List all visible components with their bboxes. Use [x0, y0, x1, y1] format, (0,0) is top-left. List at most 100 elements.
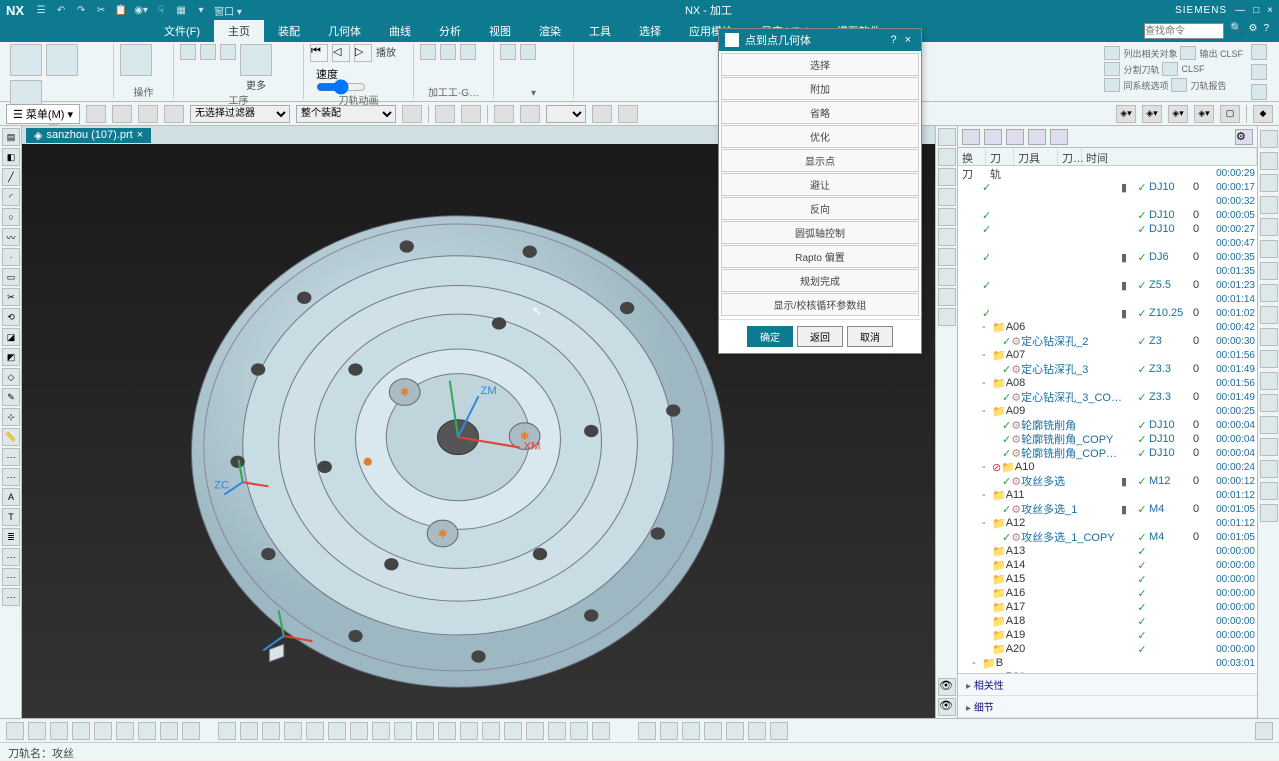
- bb-i4-icon[interactable]: [72, 722, 90, 740]
- bb-i15-icon[interactable]: [328, 722, 346, 740]
- qat-undo-icon[interactable]: ↶: [54, 3, 68, 17]
- rt-icon2[interactable]: [938, 148, 956, 166]
- lt-point-icon[interactable]: ·: [2, 248, 20, 266]
- bb-i9-icon[interactable]: [182, 722, 200, 740]
- lt-note-icon[interactable]: T: [2, 508, 20, 526]
- bb-i31-icon[interactable]: [704, 722, 722, 740]
- view-icon4[interactable]: ◈▾: [1194, 105, 1214, 123]
- tree-row[interactable]: -📁A0800:01:56: [958, 376, 1257, 390]
- tree-row[interactable]: ✓⚙定心钻深孔_3✓Z3.3000:01:49: [958, 362, 1257, 376]
- tree-row[interactable]: ✓✓DJ10000:00:27: [958, 222, 1257, 236]
- tree-row[interactable]: 📁A19✓00:00:00: [958, 628, 1257, 642]
- tree-row[interactable]: 00:00:29: [958, 166, 1257, 180]
- tree-row[interactable]: ✓▮✓DJ6000:00:35: [958, 250, 1257, 264]
- bb-i12-icon[interactable]: [262, 722, 280, 740]
- menu-tab-9[interactable]: 选择: [625, 20, 675, 42]
- sync-options-icon[interactable]: [1104, 78, 1120, 92]
- section-dependency[interactable]: 相关性: [958, 674, 1257, 696]
- speed-slider[interactable]: [316, 82, 366, 92]
- tree-row[interactable]: -⊘📁A1000:00:24: [958, 460, 1257, 474]
- verify-toolpath-icon[interactable]: [200, 44, 216, 60]
- bb-i23-icon[interactable]: [504, 722, 522, 740]
- mw-icon2[interactable]: [440, 44, 456, 60]
- step-back-icon[interactable]: ⏮: [310, 44, 328, 62]
- nav-tool5-icon[interactable]: [1050, 129, 1068, 145]
- bb-i33-icon[interactable]: [748, 722, 766, 740]
- rb-i11-icon[interactable]: [1260, 482, 1278, 500]
- bb-i25-icon[interactable]: [548, 722, 566, 740]
- lt-face-icon[interactable]: ◪: [2, 328, 20, 346]
- dialog-option-8[interactable]: Rapto 偏置: [721, 245, 919, 268]
- lt-part-icon[interactable]: ◧: [2, 148, 20, 166]
- bb-i18-icon[interactable]: [394, 722, 412, 740]
- bb-i1-icon[interactable]: [6, 722, 24, 740]
- rb-nav-icon[interactable]: [1260, 130, 1278, 148]
- bb-i20-icon[interactable]: [438, 722, 456, 740]
- lt-text-icon[interactable]: A: [2, 488, 20, 506]
- nav-tree[interactable]: 00:00:29✓▮✓DJ10000:00:1700:00:32✓✓DJ1000…: [958, 166, 1257, 673]
- sel-icon4[interactable]: [164, 105, 184, 123]
- dialog-close-icon[interactable]: ×: [901, 34, 915, 46]
- menu-button[interactable]: ☰ 菜单(M) ▾: [6, 104, 80, 124]
- tree-row[interactable]: -📁A0600:00:42: [958, 320, 1257, 334]
- rb-i9-icon[interactable]: [1260, 438, 1278, 456]
- maximize-icon[interactable]: □: [1253, 5, 1259, 16]
- dialog-option-9[interactable]: 规划完成: [721, 269, 919, 292]
- lt-line-icon[interactable]: ╱: [2, 168, 20, 186]
- split-toolpath-icon[interactable]: [1104, 62, 1120, 76]
- tree-row[interactable]: ✓⚙定心钻深孔_2✓Z3000:00:30: [958, 334, 1257, 348]
- rt-icon7[interactable]: [938, 248, 956, 266]
- sel-icon11[interactable]: [618, 105, 638, 123]
- dialog-option-10[interactable]: 显示/校核循环参数组: [721, 293, 919, 316]
- lt-more1-icon[interactable]: ⋯: [2, 448, 20, 466]
- bb-r1-icon[interactable]: [1255, 722, 1273, 740]
- view-icon3[interactable]: ◈▾: [1168, 105, 1188, 123]
- rt-icon3[interactable]: [938, 168, 956, 186]
- properties-icon[interactable]: [120, 44, 152, 76]
- lt-assembly-icon[interactable]: ▤: [2, 128, 20, 146]
- lt-sketch-icon[interactable]: ✎: [2, 388, 20, 406]
- bb-i2-icon[interactable]: [28, 722, 46, 740]
- tree-row[interactable]: ✓⚙轮廓铣削角_COPY✓DJ10000:00:04: [958, 432, 1257, 446]
- bb-i34-icon[interactable]: [770, 722, 788, 740]
- view-icon5[interactable]: ▢: [1220, 105, 1240, 123]
- dialog-option-4[interactable]: 显示点: [721, 149, 919, 172]
- menu-tab-0[interactable]: 文件(F): [150, 20, 214, 42]
- lt-more4-icon[interactable]: ⋯: [2, 568, 20, 586]
- gen-toolpath-icon[interactable]: [180, 44, 196, 60]
- rt-icon10[interactable]: [938, 308, 956, 326]
- rt-eye2-icon[interactable]: 👁: [938, 698, 956, 716]
- dialog-option-5[interactable]: 避让: [721, 173, 919, 196]
- lt-body-icon[interactable]: ◩: [2, 348, 20, 366]
- ext-icon2[interactable]: [520, 44, 536, 60]
- lt-arc-icon[interactable]: ◜: [2, 188, 20, 206]
- lt-rect-icon[interactable]: ▭: [2, 268, 20, 286]
- lt-circle-icon[interactable]: ○: [2, 208, 20, 226]
- tree-row[interactable]: 00:00:47: [958, 236, 1257, 250]
- rt-icon8[interactable]: [938, 268, 956, 286]
- tree-row[interactable]: 00:01:35: [958, 264, 1257, 278]
- sel-icon9[interactable]: [520, 105, 540, 123]
- replay-icon[interactable]: [220, 44, 236, 60]
- list-related-icon[interactable]: [1104, 46, 1120, 60]
- lt-trim-icon[interactable]: ✂: [2, 288, 20, 306]
- tree-row[interactable]: ✓⚙攻丝多选_1_COPY✓M4000:01:05: [958, 530, 1257, 544]
- assembly-filter-dropdown[interactable]: 整个装配: [296, 105, 396, 123]
- menu-tab-1[interactable]: 主页: [214, 20, 264, 42]
- menu-tab-5[interactable]: 分析: [425, 20, 475, 42]
- nav-settings-icon[interactable]: ⚙: [1235, 129, 1253, 145]
- settings-icon[interactable]: ⚙: [1248, 23, 1257, 39]
- dialog-option-1[interactable]: 附加: [721, 77, 919, 100]
- tree-row[interactable]: ✓⚙轮廓铣削角_COP…✓DJ10000:00:04: [958, 446, 1257, 460]
- bb-i21-icon[interactable]: [460, 722, 478, 740]
- document-tab[interactable]: ◈ sanzhou (107).prt ×: [26, 128, 151, 143]
- command-search-input[interactable]: [1144, 23, 1224, 39]
- dialog-option-2[interactable]: 省略: [721, 101, 919, 124]
- far-icon1[interactable]: [1251, 44, 1267, 60]
- qat-grid-icon[interactable]: ▦: [174, 3, 188, 17]
- toolpath-report-icon[interactable]: [1171, 78, 1187, 92]
- bb-i32-icon[interactable]: [726, 722, 744, 740]
- menu-tab-4[interactable]: 曲线: [375, 20, 425, 42]
- search-icon[interactable]: 🔍: [1230, 23, 1242, 39]
- rb-part-icon[interactable]: [1260, 152, 1278, 170]
